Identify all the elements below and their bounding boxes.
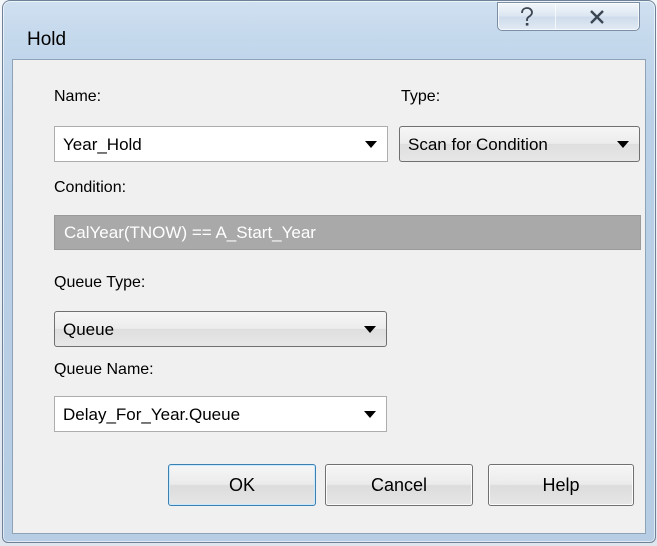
chevron-down-icon <box>364 326 376 333</box>
title-help-button[interactable] <box>497 2 557 31</box>
dialog-title: Hold <box>27 29 67 50</box>
queue-type-value: Queue <box>63 320 115 339</box>
chevron-down-icon <box>365 141 377 148</box>
question-mark-icon <box>521 6 533 26</box>
hold-dialog: Hold Name: Type: Year_Hold Scan for Cond… <box>2 0 656 543</box>
queue-name-value: Delay_For_Year.Queue <box>63 405 241 424</box>
condition-label: Condition: <box>54 179 127 196</box>
cancel-button[interactable]: Cancel <box>325 464 473 506</box>
title-close-button[interactable] <box>555 2 640 31</box>
queue-name-combobox[interactable]: Delay_For_Year.Queue <box>54 396 387 432</box>
condition-value: CalYear(TNOW) == A_Start_Year <box>64 223 316 242</box>
name-combobox[interactable]: Year_Hold <box>54 126 388 162</box>
chevron-down-icon <box>617 141 629 148</box>
ok-button[interactable]: OK <box>168 464 316 506</box>
queue-type-label: Queue Type: <box>54 274 146 291</box>
chevron-down-icon <box>364 411 376 418</box>
dialog-client-area: Name: Type: Year_Hold Scan for Condition… <box>12 59 646 534</box>
condition-field[interactable]: CalYear(TNOW) == A_Start_Year <box>54 215 641 250</box>
queue-name-label: Queue Name: <box>54 361 154 378</box>
close-x-icon <box>590 9 604 24</box>
type-label: Type: <box>401 88 441 105</box>
type-dropdown[interactable]: Scan for Condition <box>399 126 640 162</box>
type-dropdown-value: Scan for Condition <box>408 135 548 154</box>
name-label: Name: <box>54 88 102 105</box>
queue-type-dropdown[interactable]: Queue <box>54 311 387 347</box>
help-button[interactable]: Help <box>488 464 634 506</box>
name-combobox-value: Year_Hold <box>63 135 142 154</box>
